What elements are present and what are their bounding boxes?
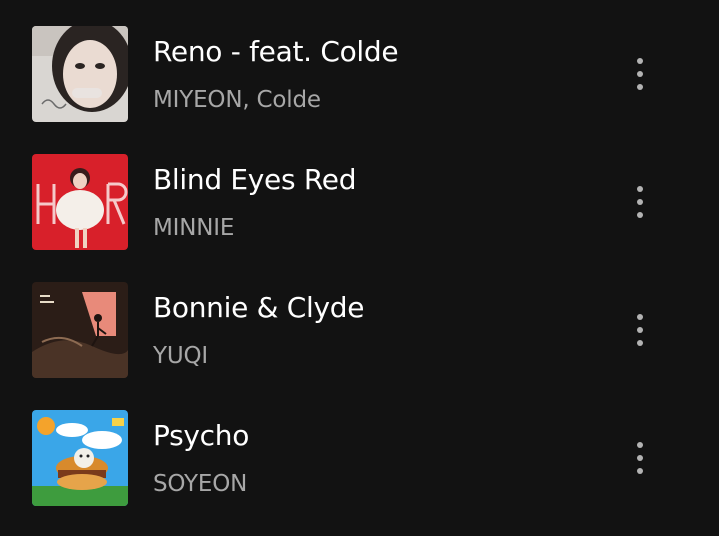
- track-row-psycho[interactable]: Psycho SOYEON: [0, 410, 719, 510]
- track-artist[interactable]: MINNIE: [153, 214, 234, 242]
- more-options-button[interactable]: [624, 436, 656, 480]
- track-artist[interactable]: MIYEON, Colde: [153, 86, 321, 114]
- album-art-reno-image: [32, 26, 128, 122]
- album-art-blind-eyes-red[interactable]: [32, 154, 128, 250]
- album-art-blind-eyes-red-image: [32, 154, 128, 250]
- track-title[interactable]: Blind Eyes Red: [153, 163, 356, 197]
- track-artist[interactable]: YUQI: [153, 342, 208, 370]
- album-art-psycho[interactable]: [32, 410, 128, 506]
- track-list: Reno - feat. Colde MIYEON, Colde Blind E…: [0, 0, 719, 536]
- album-art-reno[interactable]: [32, 26, 128, 122]
- more-options-button[interactable]: [624, 52, 656, 96]
- album-art-bonnie-clyde-image: [32, 282, 128, 378]
- more-vertical-icon: [637, 314, 643, 346]
- album-art-psycho-image: [32, 410, 128, 506]
- track-row-blind-eyes-red[interactable]: Blind Eyes Red MINNIE: [0, 154, 719, 254]
- track-title[interactable]: Psycho: [153, 419, 249, 453]
- more-options-button[interactable]: [624, 308, 656, 352]
- album-art-bonnie-clyde[interactable]: [32, 282, 128, 378]
- more-options-button[interactable]: [624, 180, 656, 224]
- track-row-bonnie-clyde[interactable]: Bonnie & Clyde YUQI: [0, 282, 719, 382]
- more-vertical-icon: [637, 442, 643, 474]
- track-title[interactable]: Reno - feat. Colde: [153, 35, 399, 69]
- track-artist[interactable]: SOYEON: [153, 470, 247, 498]
- track-title[interactable]: Bonnie & Clyde: [153, 291, 364, 325]
- track-row-reno[interactable]: Reno - feat. Colde MIYEON, Colde: [0, 26, 719, 126]
- more-vertical-icon: [637, 186, 643, 218]
- more-vertical-icon: [637, 58, 643, 90]
